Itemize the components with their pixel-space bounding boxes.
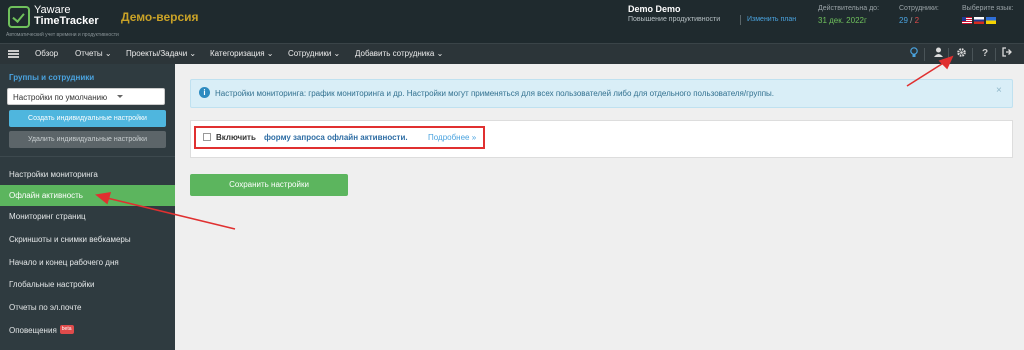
- help-icon[interactable]: ?: [977, 47, 993, 61]
- nav-categorization[interactable]: Категоризация ⌄: [210, 49, 274, 58]
- sidebar-divider: [0, 156, 175, 157]
- nav-overview[interactable]: Обзор: [35, 49, 58, 58]
- nav-add-employee[interactable]: Добавить сотрудника ⌄: [355, 49, 443, 58]
- gear-icon[interactable]: [953, 47, 969, 61]
- sidebar-title: Группы и сотрудники: [9, 73, 95, 82]
- offline-form-link[interactable]: форму запроса офлайн активности.: [264, 133, 408, 142]
- enable-label: Включить: [216, 133, 256, 142]
- employees-counter: 29 / 2: [899, 16, 919, 25]
- sidebar-item-workday[interactable]: Начало и конец рабочего дня: [0, 252, 175, 273]
- user-name[interactable]: Demo Demo: [628, 4, 681, 14]
- sidebar-item-screenshots[interactable]: Скриншоты и снимки вебкамеры: [0, 229, 175, 250]
- nav-divider: [948, 48, 949, 61]
- more-info-link[interactable]: Подробнее »: [428, 133, 476, 142]
- nav-divider: [924, 48, 925, 61]
- language-label: Выберите язык:: [962, 5, 1014, 12]
- sidebar-item-monitoring[interactable]: Настройки мониторинга: [0, 164, 175, 185]
- sidebar-item-global[interactable]: Глобальные настройки: [0, 274, 175, 295]
- valid-until-value: 31 дек. 2022г: [818, 16, 867, 25]
- employees-limit: 2: [914, 16, 920, 25]
- nav-reports[interactable]: Отчеты ⌄: [75, 49, 112, 58]
- sidebar-item-offline-activity[interactable]: Офлайн активность: [0, 185, 175, 206]
- sidebar-item-page-monitoring[interactable]: Мониторинг страниц: [0, 206, 175, 227]
- info-text: Настройки мониторинга: график мониторинг…: [215, 89, 775, 98]
- lightbulb-icon[interactable]: [906, 47, 922, 61]
- sidebar-item-label: Оповещения: [9, 326, 57, 335]
- demo-label: Демо-версия: [121, 10, 199, 24]
- top-header: Yaware TimeTracker Автоматический учет в…: [0, 0, 1024, 43]
- sidebar-item-notifications[interactable]: Оповещения beta: [0, 320, 175, 341]
- employees-count[interactable]: 29: [899, 16, 908, 25]
- save-settings-button[interactable]: Сохранить настройки: [190, 174, 348, 196]
- delete-settings-button[interactable]: Удалить индивидуальные настройки: [9, 131, 166, 148]
- main-nav: Обзор Отчеты ⌄ Проекты/Задачи ⌄ Категори…: [0, 43, 1024, 64]
- employees-label: Сотрудники:: [899, 5, 939, 12]
- enable-offline-checkbox[interactable]: [203, 133, 211, 141]
- us-flag-icon[interactable]: [962, 17, 972, 24]
- settings-select[interactable]: Настройки по умолчанию: [7, 88, 165, 105]
- change-plan-link[interactable]: Изменить план: [747, 16, 796, 23]
- plan-name: Повышение продуктивности: [628, 16, 721, 23]
- sidebar-item-email-reports[interactable]: Отчеты по эл.почте: [0, 297, 175, 318]
- user-icon[interactable]: [930, 47, 946, 61]
- nav-employees[interactable]: Сотрудники ⌄: [288, 49, 340, 58]
- hamburger-icon[interactable]: [8, 50, 19, 58]
- ua-flag-icon[interactable]: [986, 17, 996, 24]
- employees-separator: /: [910, 16, 913, 25]
- nav-divider: [972, 48, 973, 61]
- chevron-down-icon[interactable]: [117, 95, 123, 98]
- logo-icon[interactable]: [8, 6, 30, 28]
- brand-name-line2[interactable]: TimeTracker: [34, 16, 99, 27]
- nav-divider: [995, 48, 996, 61]
- valid-until-label: Действительна до:: [818, 5, 880, 12]
- beta-badge: beta: [59, 325, 74, 334]
- close-icon[interactable]: ×: [996, 85, 1002, 96]
- info-icon: i: [199, 87, 210, 98]
- header-divider: [740, 15, 741, 25]
- sidebar: Группы и сотрудники Настройки по умолчан…: [0, 64, 175, 350]
- ru-flag-icon[interactable]: [974, 17, 984, 24]
- logout-icon[interactable]: [999, 47, 1015, 61]
- nav-projects[interactable]: Проекты/Задачи ⌄: [126, 49, 196, 58]
- create-settings-button[interactable]: Создать индивидуальные настройки: [9, 110, 166, 127]
- brand-tagline: Автоматический учет времени и продуктивн…: [6, 32, 119, 38]
